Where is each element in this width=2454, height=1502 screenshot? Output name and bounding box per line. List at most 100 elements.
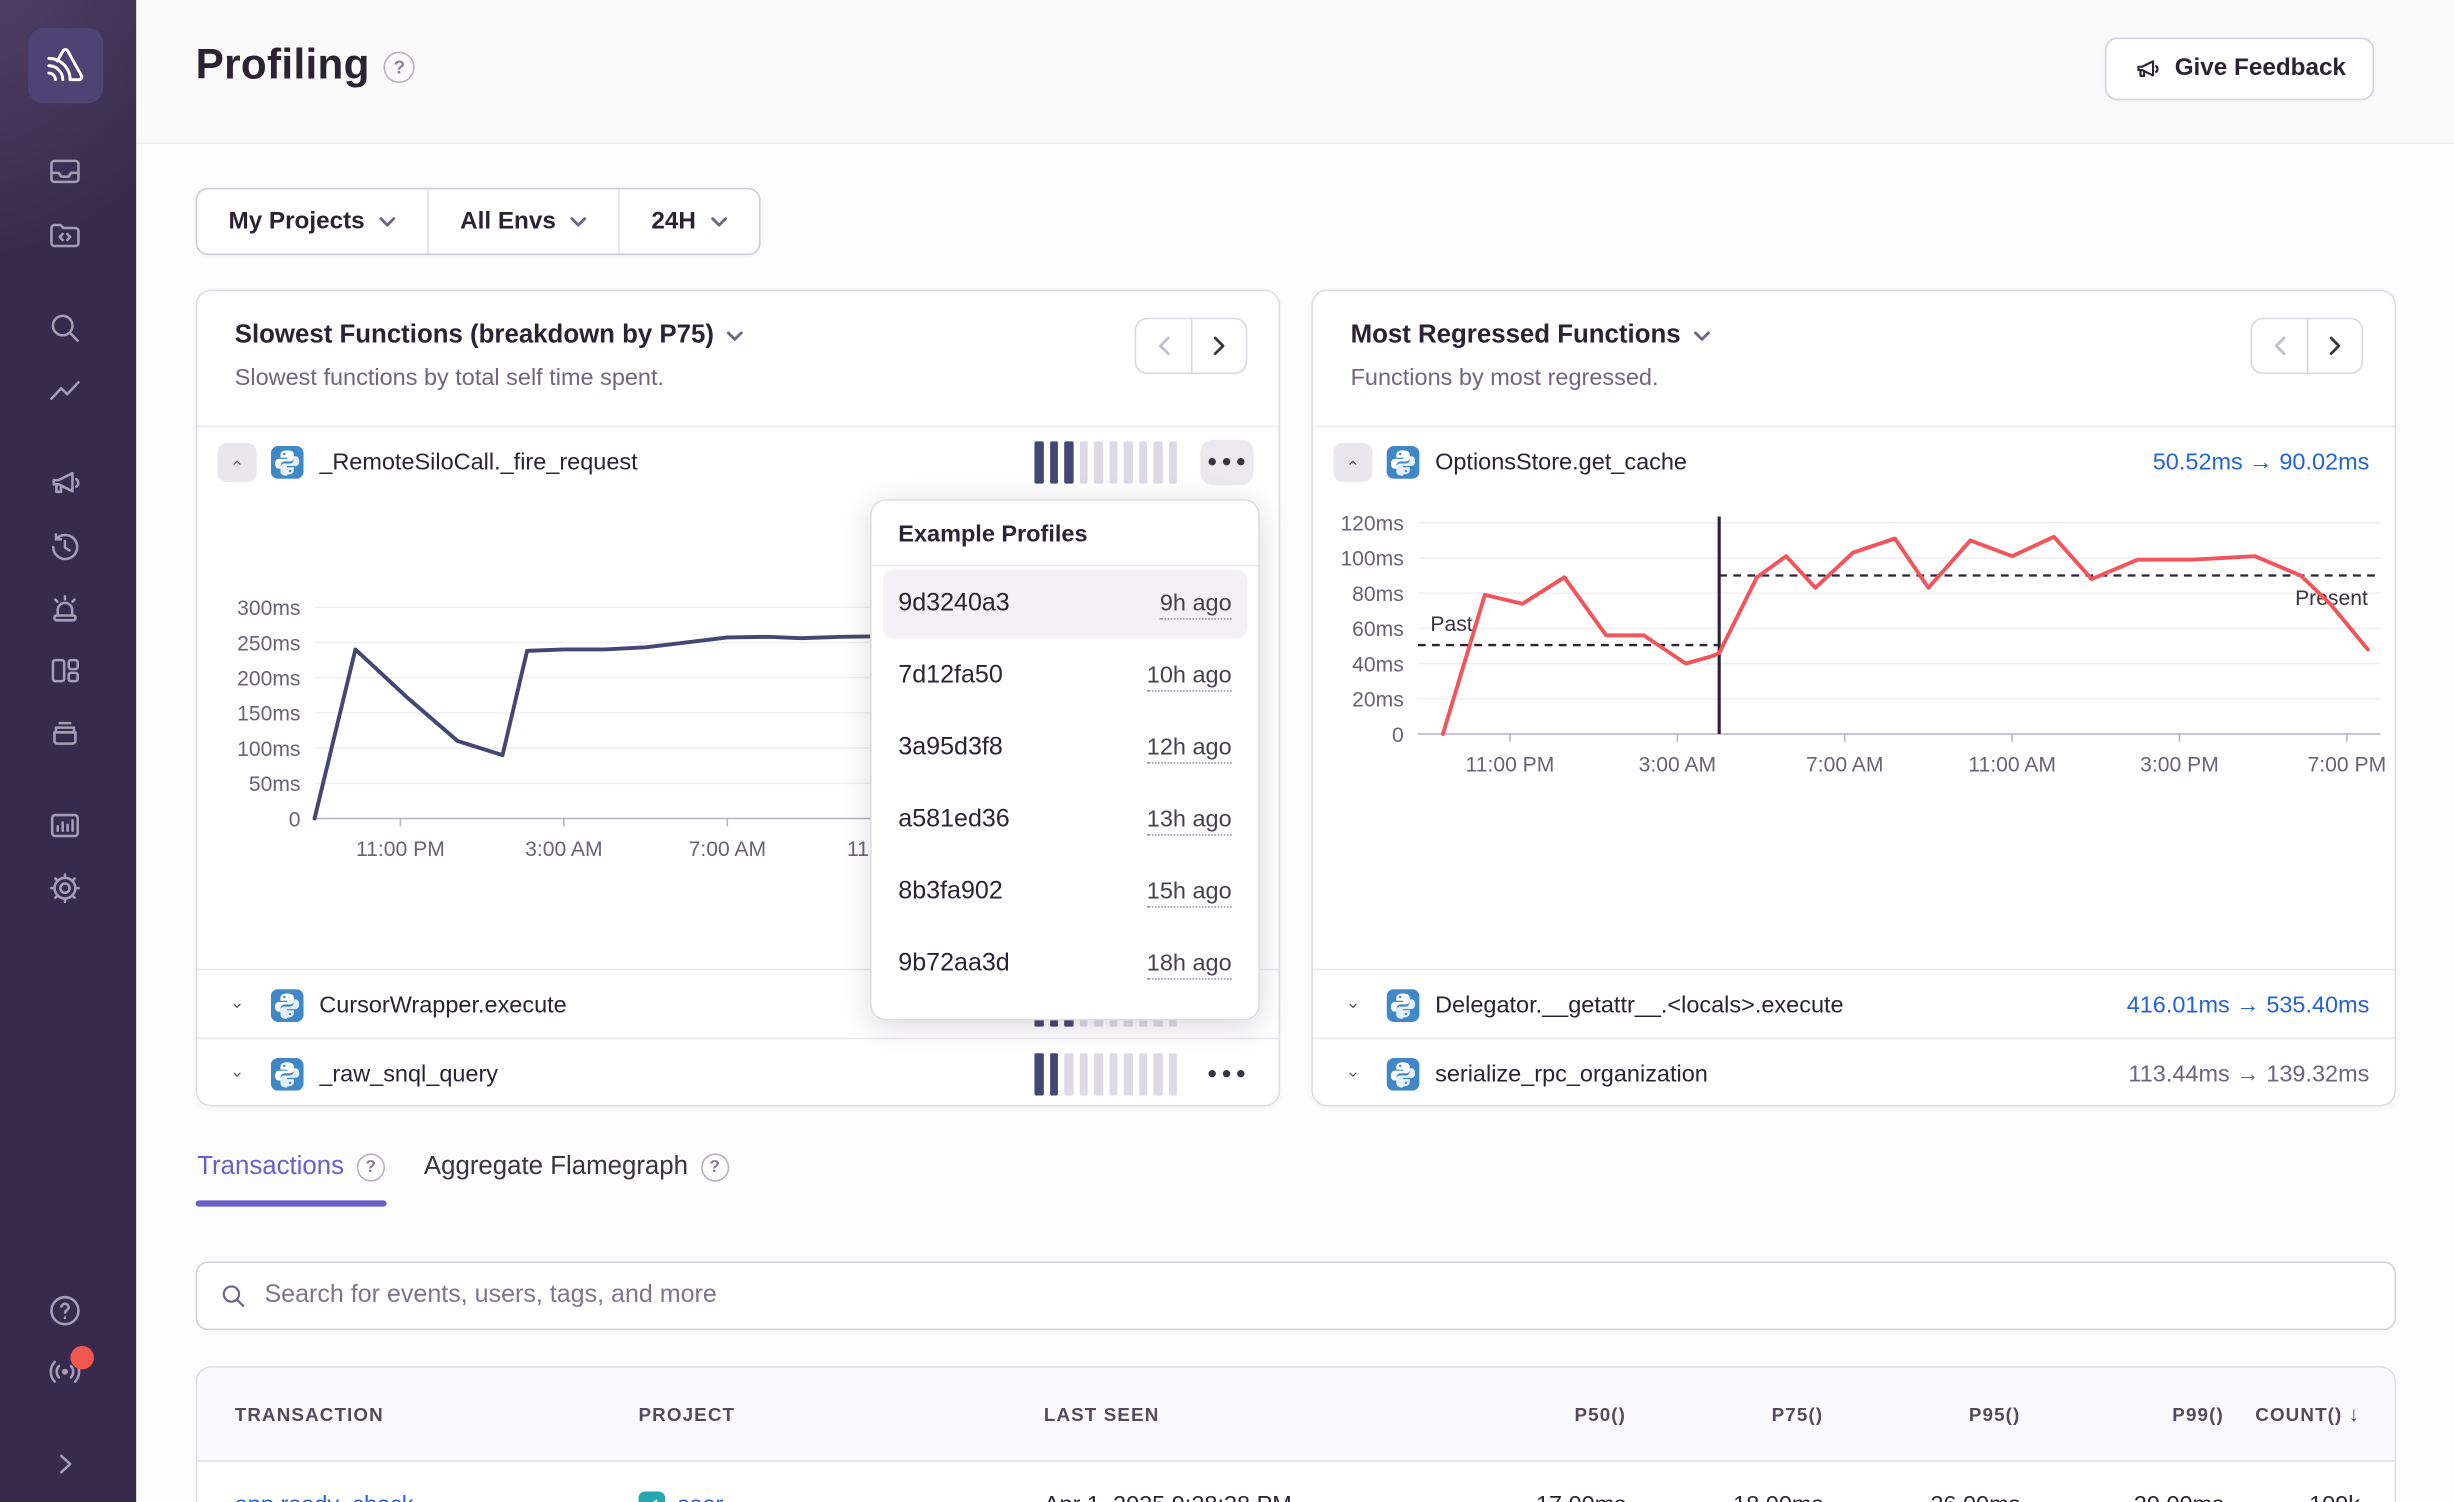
layout-grid-icon[interactable] — [45, 651, 83, 689]
before-value: 113.44ms — [2128, 1060, 2229, 1087]
main-content: My Projects All Envs 24H Slowest Functio… — [136, 144, 2454, 1502]
profile-item[interactable]: 3a95d3f812h ago — [883, 714, 1248, 783]
profile-age[interactable]: 18h ago — [1147, 949, 1232, 979]
python-icon — [271, 1057, 304, 1090]
history-clock-icon[interactable] — [45, 527, 83, 565]
column-last-seen[interactable]: LAST SEEN — [1044, 1403, 1420, 1425]
page-title: Profiling — [196, 41, 370, 88]
chevron-left-icon — [2270, 335, 2289, 357]
projects-filter[interactable]: My Projects — [197, 189, 427, 253]
help-icon[interactable]: ? — [357, 1153, 385, 1181]
column-p75[interactable]: P75() — [1626, 1403, 1823, 1425]
most-regressed-chart[interactable]: 120ms100ms80ms60ms40ms20ms011:00 PM3:00 … — [1313, 507, 2398, 789]
regression-values[interactable]: 50.52ms → 90.02ms — [2153, 448, 2370, 475]
expand-button[interactable] — [1333, 1054, 1372, 1093]
transactions-table: TRANSACTION PROJECT LAST SEEN P50() P75(… — [196, 1366, 2396, 1502]
slowest-functions-title-select[interactable]: Slowest Functions (breakdown by P75) — [235, 321, 1241, 351]
prev-page-button[interactable] — [2252, 319, 2307, 372]
collapse-button[interactable] — [218, 442, 257, 481]
help-circle-icon[interactable] — [45, 1291, 83, 1329]
regression-values[interactable]: 416.01ms → 535.40ms — [2127, 991, 2370, 1018]
most-regressed-header: Most Regressed Functions Functions by mo… — [1313, 291, 2394, 426]
profile-item[interactable]: 8b3fa902 15h ago — [883, 858, 1248, 927]
function-row[interactable]: _raw_snql_query ●●● — [197, 1038, 1278, 1108]
give-feedback-button[interactable]: Give Feedback — [2104, 38, 2374, 101]
function-row[interactable]: _RemoteSiloCall._fire_request ●●● — [197, 426, 1278, 496]
svg-text:0: 0 — [289, 808, 301, 831]
profile-item[interactable]: a581ed3613h ago — [883, 786, 1248, 855]
svg-text:150ms: 150ms — [237, 703, 300, 726]
help-icon[interactable]: ? — [701, 1153, 729, 1181]
profile-age[interactable]: 10h ago — [1147, 661, 1232, 691]
profile-age[interactable]: 12h ago — [1147, 733, 1232, 763]
prev-page-button[interactable] — [1136, 319, 1191, 372]
more-options-button[interactable]: ●●● — [1200, 439, 1253, 484]
most-regressed-title-select[interactable]: Most Regressed Functions — [1351, 321, 2357, 351]
svg-text:Past: Past — [1430, 613, 1472, 636]
date-range-filter[interactable]: 24H — [618, 189, 758, 253]
column-p50[interactable]: P50() — [1419, 1403, 1626, 1425]
column-project[interactable]: PROJECT — [639, 1403, 1044, 1425]
column-p99[interactable]: P99() — [2020, 1403, 2223, 1425]
profile-age[interactable]: 13h ago — [1147, 805, 1232, 835]
expand-button[interactable] — [218, 985, 257, 1024]
more-options-button[interactable]: ●●● — [1200, 1051, 1253, 1096]
chevron-up-icon — [1343, 455, 1363, 469]
project-cell[interactable]: seer — [639, 1491, 1044, 1502]
search-input[interactable] — [264, 1282, 2372, 1310]
search-icon[interactable] — [45, 308, 83, 346]
pagination — [2250, 318, 2363, 374]
table-row[interactable]: app.ready_check seer Apr 1, 2025 9:28:38… — [197, 1462, 2394, 1502]
function-name: _RemoteSiloCall._fire_request — [319, 448, 1034, 475]
svg-text:120ms: 120ms — [1340, 513, 1403, 536]
profile-item[interactable]: 7d12fa5010h ago — [883, 642, 1248, 711]
profile-age[interactable]: 15h ago — [1147, 877, 1232, 907]
function-row[interactable]: OptionsStore.get_cache 50.52ms → 90.02ms — [1313, 426, 2394, 496]
siren-icon[interactable] — [45, 588, 83, 626]
expand-button[interactable] — [218, 1054, 257, 1093]
view-tabs: Transactions? Aggregate Flamegraph? — [196, 1152, 731, 1207]
function-name: serialize_rpc_organization — [1435, 1060, 2116, 1087]
next-page-button[interactable] — [1191, 319, 1246, 372]
profiling-page: Profiling? Give Feedback My Projects All… — [0, 0, 2454, 1502]
chevron-down-icon — [227, 1067, 247, 1081]
svg-text:0: 0 — [1392, 724, 1404, 747]
bar-chart-icon[interactable] — [45, 806, 83, 844]
code-folder-icon[interactable] — [45, 214, 83, 252]
give-feedback-label: Give Feedback — [2175, 55, 2346, 83]
profile-item[interactable]: 9d3240a3 9h ago — [883, 570, 1248, 639]
tab-aggregate-flamegraph[interactable]: Aggregate Flamegraph? — [422, 1152, 730, 1207]
profile-id: 8b3fa902 — [898, 878, 1002, 906]
function-name: OptionsStore.get_cache — [1435, 448, 2140, 475]
before-value: 50.52ms — [2153, 448, 2243, 475]
tab-underline — [422, 1200, 730, 1206]
sentry-logo[interactable] — [28, 28, 103, 103]
collapse-button[interactable] — [1333, 442, 1372, 481]
transaction-link[interactable]: app.ready_check — [235, 1491, 639, 1502]
help-icon[interactable]: ? — [384, 52, 415, 83]
chevron-right-icon[interactable] — [45, 1444, 83, 1482]
expand-button[interactable] — [1333, 985, 1372, 1024]
column-transaction[interactable]: TRANSACTION — [235, 1403, 639, 1425]
profile-id: 9d3240a3 — [898, 590, 1009, 618]
gear-icon[interactable] — [45, 869, 83, 907]
column-p95[interactable]: P95() — [1823, 1403, 2020, 1425]
svg-text:60ms: 60ms — [1352, 618, 1404, 641]
svg-text:11:00 PM: 11:00 PM — [1466, 754, 1555, 777]
page-header: Profiling? Give Feedback — [136, 0, 2454, 144]
inbox-icon[interactable] — [45, 152, 83, 190]
tab-label: Transactions — [197, 1152, 344, 1182]
tab-transactions[interactable]: Transactions? — [196, 1152, 387, 1207]
function-row[interactable]: serialize_rpc_organization 113.44ms → 13… — [1313, 1038, 2394, 1108]
chevron-right-icon — [1210, 335, 1229, 357]
function-row[interactable]: Delegator.__getattr__.<locals>.execute 4… — [1313, 969, 2394, 1039]
profile-age[interactable]: 9h ago — [1160, 589, 1232, 619]
megaphone-icon[interactable] — [45, 463, 83, 501]
column-count[interactable]: COUNT()↓ — [2224, 1402, 2360, 1425]
next-page-button[interactable] — [2307, 319, 2362, 372]
environment-filter[interactable]: All Envs — [427, 189, 618, 253]
trend-line-icon[interactable] — [45, 372, 83, 410]
profile-item[interactable]: 9b72aa3d18h ago — [883, 930, 1248, 999]
archive-box-icon[interactable] — [45, 712, 83, 750]
most-regressed-panel: Most Regressed Functions Functions by mo… — [1311, 290, 2396, 1107]
